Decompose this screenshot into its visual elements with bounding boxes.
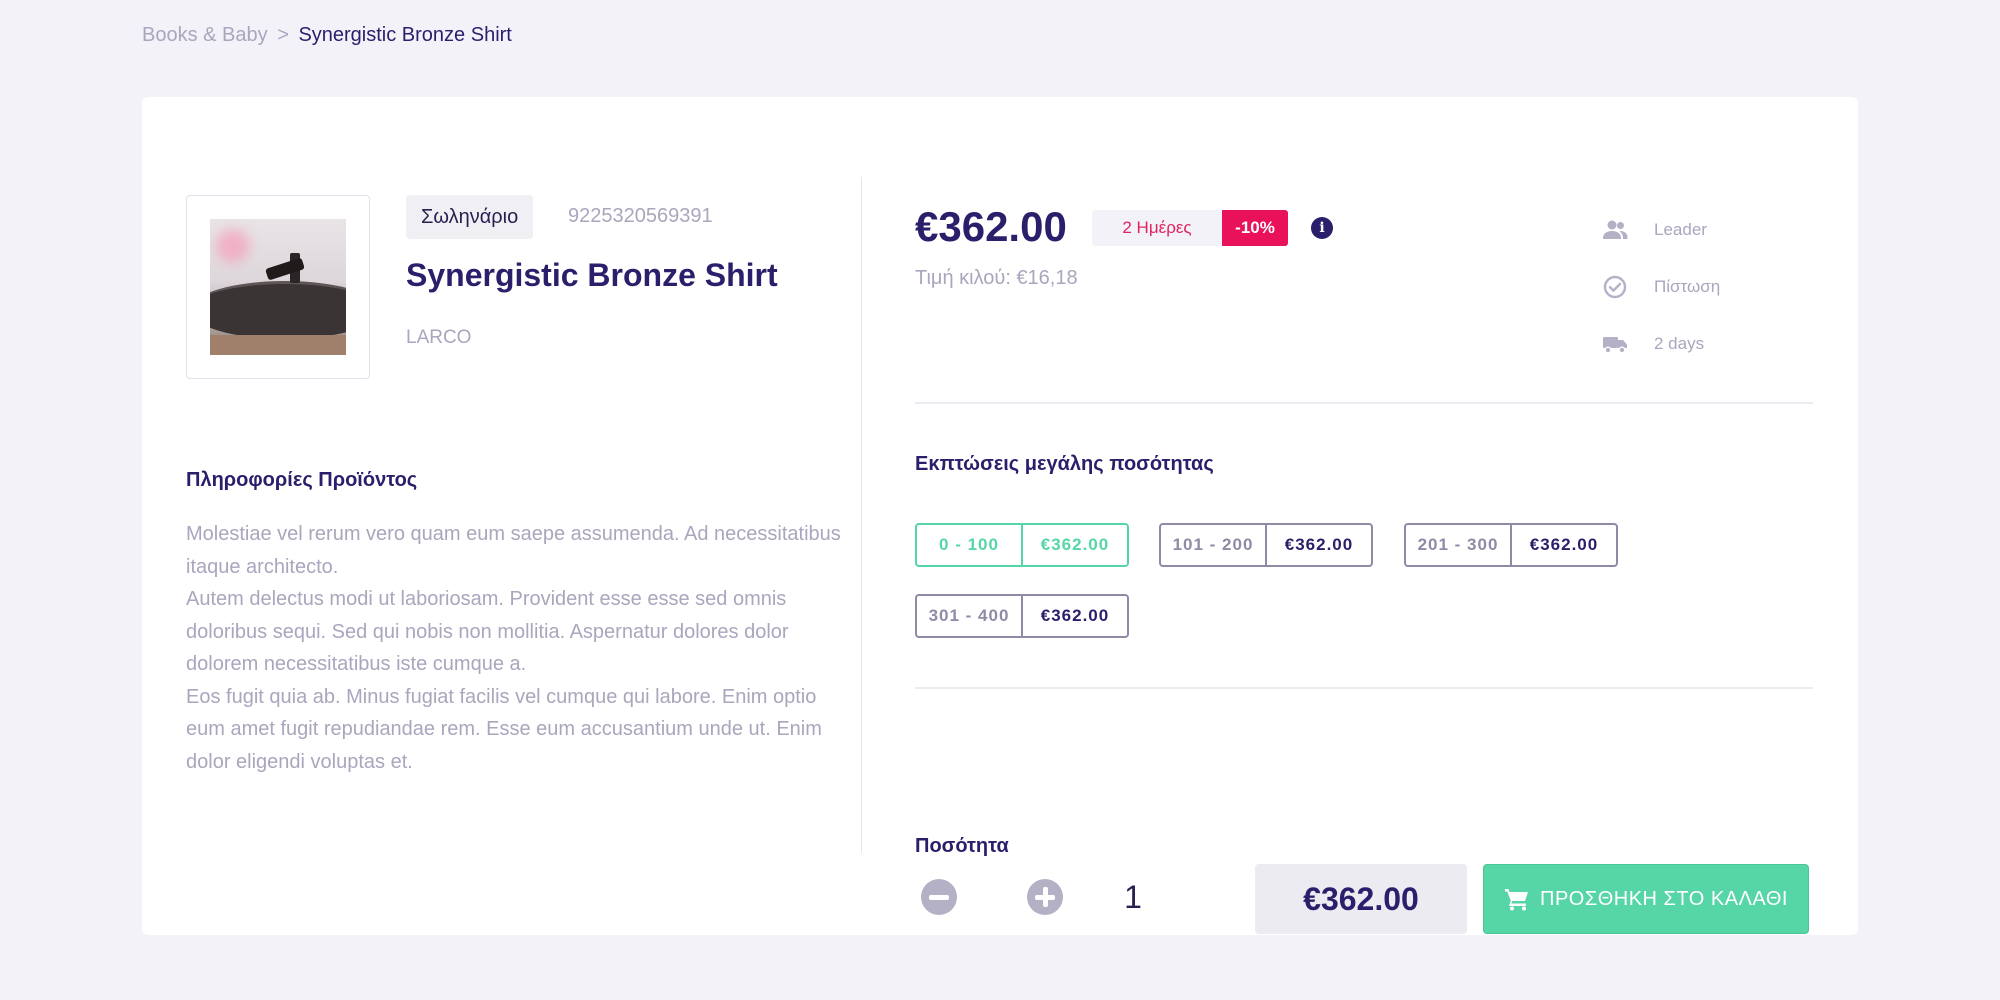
product-price: €362.00 (915, 203, 1067, 250)
add-to-cart-button[interactable]: ΠΡΟΣΘΗΚΗ ΣΤΟ ΚΑΛΑΘΙ (1483, 864, 1809, 934)
feature-list: Leader Πίστωση 2 days (1602, 201, 1720, 372)
description-paragraph: Autem delectus modi ut laboriosam. Provi… (186, 588, 789, 675)
breadcrumb-current: Synergistic Bronze Shirt (298, 24, 512, 46)
truck-icon (1603, 336, 1627, 354)
tier-range: 301 - 400 (917, 596, 1023, 636)
check-circle-icon (1603, 275, 1627, 298)
tier-price: €362.00 (1284, 535, 1354, 554)
section-divider (915, 402, 1813, 404)
delivery-days-badge: 2 Ημέρες (1092, 210, 1222, 246)
product-title: Synergistic Bronze Shirt (406, 257, 778, 293)
product-sku: 9225320569391 (568, 205, 713, 227)
discount-badge: -10% (1222, 210, 1288, 246)
bulk-tier-option[interactable]: 0 - 100 €362.00 (915, 523, 1129, 567)
feature-item-delivery: 2 days (1602, 315, 1720, 372)
tier-range: 101 - 200 (1161, 525, 1267, 565)
bulk-tier-option[interactable]: 101 - 200 €362.00 (1159, 523, 1373, 567)
breadcrumb-separator: > (277, 24, 289, 46)
unit-price: Τιμή κιλού: €16,18 (915, 267, 1078, 289)
product-info-heading: Πληροφορίες Προϊόντος (186, 469, 418, 491)
tier-range: 201 - 300 (1406, 525, 1512, 565)
description-paragraph: Molestiae vel rerum vero quam eum saepe … (186, 523, 841, 578)
info-icon[interactable]: i (1311, 217, 1333, 239)
breadcrumb: Books & Baby > Synergistic Bronze Shirt (142, 24, 512, 47)
bulk-tier-option[interactable]: 301 - 400 €362.00 (915, 594, 1129, 638)
quantity-value[interactable]: 1 (1113, 879, 1153, 915)
feature-item-credit: Πίστωση (1602, 258, 1720, 315)
product-image (210, 219, 346, 355)
tier-price: €362.00 (1040, 535, 1110, 554)
total-price: €362.00 (1255, 864, 1467, 934)
description-paragraph: Eos fugit quia ab. Minus fugiat facilis … (186, 685, 822, 773)
bulk-discounts-heading: Εκπτώσεις μεγάλης ποσότητας (915, 453, 1214, 475)
tier-range: 0 - 100 (917, 525, 1023, 565)
category-badge: Σωληνάριο (406, 195, 534, 239)
feature-label: Πίστωση (1654, 276, 1721, 296)
product-description: Molestiae vel rerum vero quam eum saepe … (186, 518, 846, 778)
column-divider (861, 177, 862, 853)
product-thumbnail[interactable] (186, 195, 370, 379)
feature-label: 2 days (1654, 333, 1705, 353)
users-icon (1603, 220, 1628, 239)
quantity-increase-button[interactable] (1027, 879, 1063, 915)
breadcrumb-parent-link[interactable]: Books & Baby (142, 24, 268, 46)
feature-item-leader: Leader (1602, 201, 1720, 258)
cart-icon (1505, 889, 1529, 911)
product-brand: LARCO (406, 327, 472, 348)
add-to-cart-label: ΠΡΟΣΘΗΚΗ ΣΤΟ ΚΑΛΑΘΙ (1540, 887, 1788, 910)
bulk-tier-option[interactable]: 201 - 300 €362.00 (1404, 523, 1618, 567)
quantity-decrease-button[interactable] (921, 879, 957, 915)
quantity-label: Ποσότητα (915, 835, 1009, 857)
product-card: Σωληνάριο 9225320569391 Synergistic Bron… (142, 97, 1858, 935)
section-divider (915, 687, 1813, 689)
feature-label: Leader (1654, 219, 1707, 239)
tier-price: €362.00 (1529, 535, 1599, 554)
tier-price: €362.00 (1040, 606, 1110, 625)
